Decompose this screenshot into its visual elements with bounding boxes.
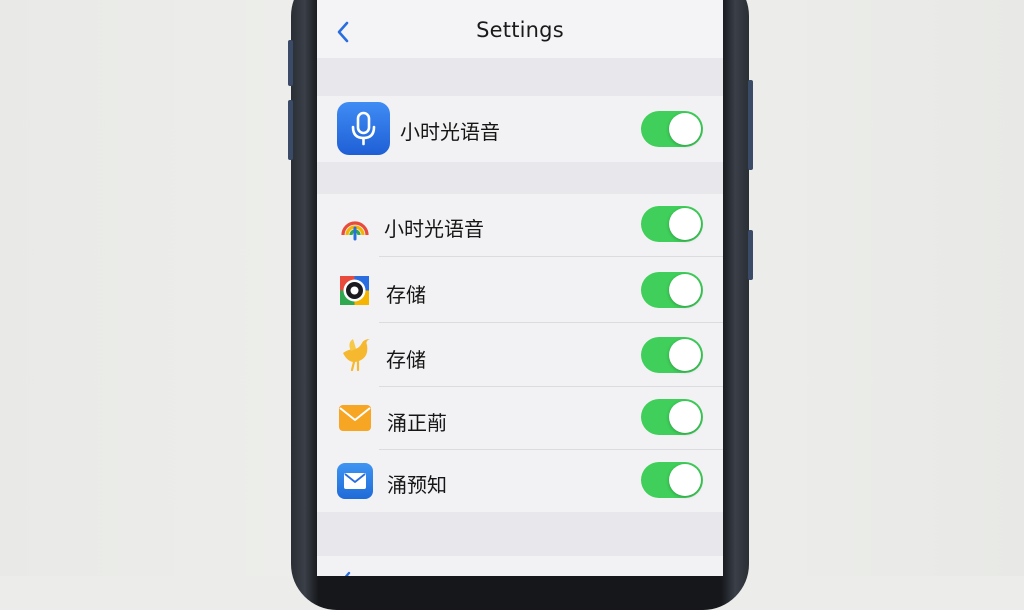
settings-list: 小时光语音 存储 存储 涌正萷 涌预知 (317, 194, 723, 512)
list-item-toggle[interactable] (641, 272, 703, 308)
list-item-toggle[interactable] (641, 337, 703, 373)
rainbow-icon (339, 209, 371, 241)
list-item-label: 小时光语音 (384, 217, 484, 241)
page-title: Settings (476, 18, 564, 42)
featured-toggle[interactable] (641, 111, 703, 147)
bird-icon (339, 337, 373, 373)
chevron-left-icon[interactable] (339, 566, 353, 576)
list-item[interactable]: 存储 (317, 323, 723, 387)
side-button-right (748, 230, 753, 280)
phone-screen: Settings 小时光语音 小时光语音 存储 存储 涌正萷 涌预知 (317, 0, 723, 576)
navigation-bar: Settings (317, 0, 723, 58)
message-envelope-icon (337, 463, 373, 499)
featured-label: 小时光语音 (400, 120, 500, 144)
group-separator (317, 58, 723, 96)
list-item-toggle[interactable] (641, 462, 703, 498)
list-item-toggle[interactable] (641, 206, 703, 242)
list-item-label: 存储 (386, 348, 426, 372)
list-item-label: 涌正萷 (387, 411, 447, 435)
camera-lens-icon (338, 274, 371, 307)
toggle-knob (669, 464, 701, 496)
list-item[interactable]: 涌预知 (317, 450, 723, 512)
group-separator (317, 512, 723, 556)
featured-row[interactable]: 小时光语音 (317, 96, 723, 162)
list-item-label: 涌预知 (387, 473, 447, 497)
microphone-icon (337, 102, 390, 155)
list-item-toggle[interactable] (641, 399, 703, 435)
list-item[interactable]: 小时光语音 (317, 194, 723, 257)
list-item[interactable]: 存储 (317, 257, 723, 323)
mail-envelope-icon (338, 404, 372, 432)
featured-section: 小时光语音 (317, 96, 723, 162)
group-separator (317, 162, 723, 194)
next-section (317, 556, 723, 576)
side-button-left (288, 100, 293, 160)
list-item[interactable]: 涌正萷 (317, 387, 723, 450)
side-button-right (748, 80, 753, 170)
list-item-label: 存储 (386, 283, 426, 307)
toggle-knob (669, 339, 701, 371)
toggle-knob (669, 274, 701, 306)
side-button-left (288, 40, 293, 86)
toggle-knob (669, 208, 701, 240)
toggle-knob (669, 401, 701, 433)
toggle-knob (669, 113, 701, 145)
